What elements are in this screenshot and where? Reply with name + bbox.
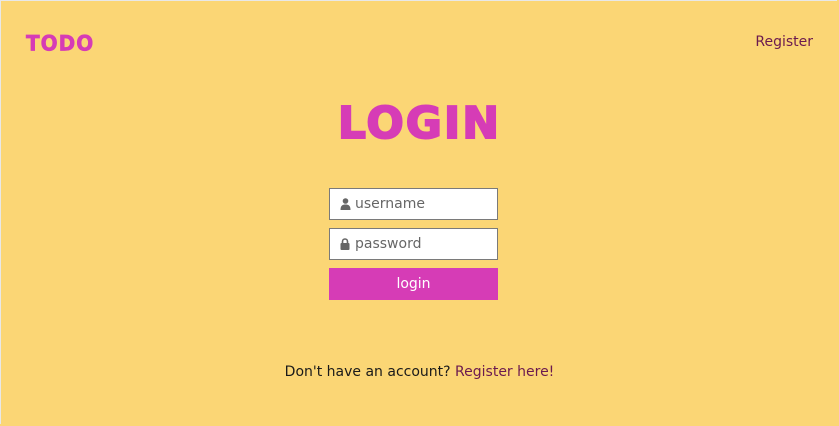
user-icon xyxy=(338,197,352,211)
username-input[interactable] xyxy=(355,196,495,212)
login-button[interactable]: login xyxy=(329,268,498,300)
nav-register-link[interactable]: Register xyxy=(755,34,813,50)
register-here-link[interactable]: Register here! xyxy=(455,364,554,380)
page-title: LOGIN xyxy=(337,97,502,150)
register-prompt-text: Don't have an account? xyxy=(284,364,451,380)
brand-logo[interactable]: TODO xyxy=(26,30,94,56)
lock-icon xyxy=(338,237,352,251)
register-prompt: Don't have an account? Register here! xyxy=(0,364,839,380)
password-field[interactable] xyxy=(329,228,498,260)
login-form: login xyxy=(329,188,498,300)
password-input[interactable] xyxy=(355,236,495,252)
username-field[interactable] xyxy=(329,188,498,220)
